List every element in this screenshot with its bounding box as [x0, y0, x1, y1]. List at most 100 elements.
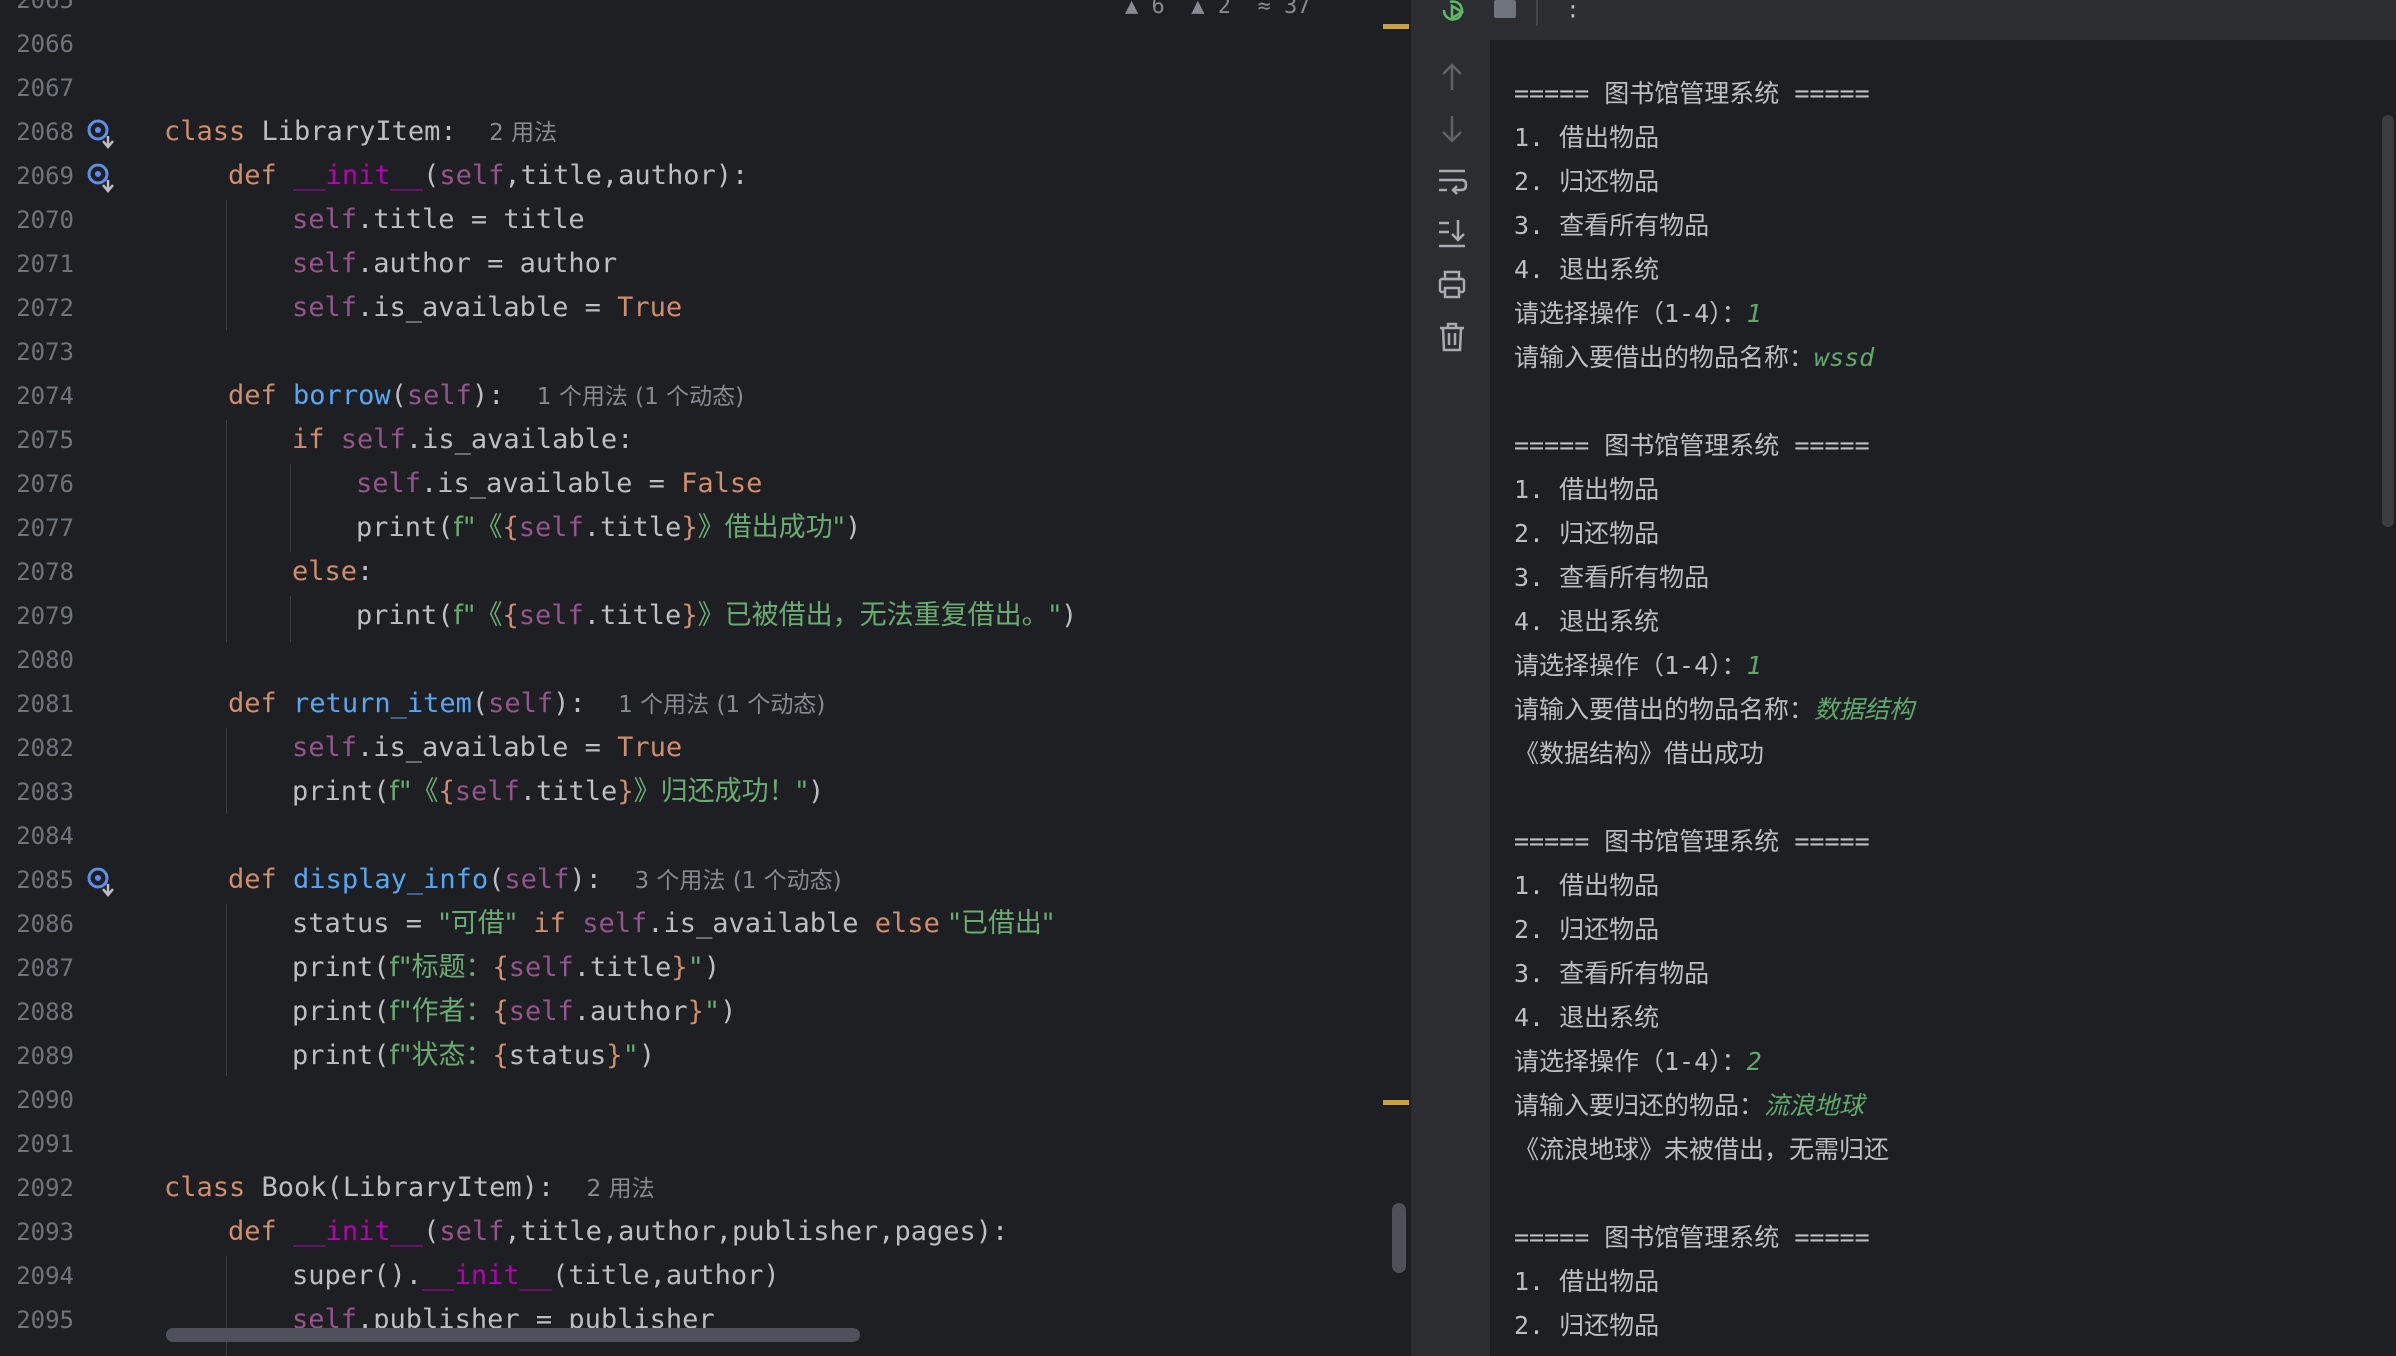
code-line: super().__init__(title,author) — [292, 1260, 780, 1291]
line-number: 2090 — [16, 1086, 74, 1114]
code-line: print(f"《{self.title}》已被借出，无法重复借出。") — [356, 600, 1078, 631]
line-number: 2070 — [16, 206, 74, 234]
down-arrow-icon[interactable] — [1436, 112, 1468, 146]
line-number: 2093 — [16, 1218, 74, 1246]
console-line: 4. 退出系统 — [1514, 255, 1660, 284]
print-icon[interactable] — [1436, 268, 1468, 302]
code-line: print(f"《{self.title}》借出成功") — [356, 512, 862, 543]
code-line: self.is_available = True — [292, 732, 683, 763]
console-line: ===== 图书馆管理系统 ===== — [1514, 827, 1870, 856]
line-number: 2086 — [16, 910, 74, 938]
override-icon[interactable] — [86, 162, 118, 194]
console-line: 3. 查看所有物品 — [1514, 959, 1710, 988]
editor-horizontal-scrollbar[interactable] — [166, 1328, 860, 1342]
line-number: 2069 — [16, 162, 74, 190]
usage-hint[interactable]: 2 用法 — [489, 120, 557, 146]
usage-hint[interactable]: 1 个用法 (1 个动态) — [618, 692, 825, 718]
console-output[interactable]: ===== 图书馆管理系统 ===== 1. 借出物品 2. 归还物品 3. 查… — [1514, 0, 2396, 1356]
line-number: 2079 — [16, 602, 74, 630]
code-line: else: — [292, 556, 374, 587]
error-stripe-marker[interactable] — [1383, 1100, 1409, 1105]
code-line: def __init__(self,title,author): — [228, 160, 749, 191]
console-line: 1. 借出物品 — [1514, 1267, 1660, 1296]
override-icon[interactable] — [86, 866, 118, 898]
line-number: 2065 — [16, 0, 74, 14]
line-number: 2067 — [16, 74, 74, 102]
line-number-gutter: 2065 2066 2067 2068 2069 2070 2071 2072 … — [0, 0, 158, 1356]
console-line: 2. 归还物品 — [1514, 1311, 1660, 1340]
line-number: 2083 — [16, 778, 74, 806]
code-line: self.author = author — [292, 248, 618, 279]
line-number: 2091 — [16, 1130, 74, 1158]
code-line: def borrow(self): 1 个用法 (1 个动态) — [228, 380, 745, 411]
usage-hint[interactable]: 2 用法 — [587, 1176, 655, 1202]
line-number: 2066 — [16, 30, 74, 58]
console-line: 2. 归还物品 — [1514, 167, 1660, 196]
line-number: 2072 — [16, 294, 74, 322]
stop-icon[interactable] — [1494, 0, 1516, 18]
rerun-icon[interactable] — [1438, 0, 1470, 28]
code-line: status = "可借" if self.is_available else … — [292, 908, 1055, 939]
console-line: 2. 归还物品 — [1514, 915, 1660, 944]
console-line: 4. 退出系统 — [1514, 1003, 1660, 1032]
line-number: 2085 — [16, 866, 74, 894]
code-line: def __init__(self,title,author,publisher… — [228, 1216, 1009, 1247]
line-number: 2089 — [16, 1042, 74, 1070]
line-number: 2080 — [16, 646, 74, 674]
code-editor[interactable]: ▲ 6 ▲ 2 ≈ 37 2065 2066 2067 2068 2069 20… — [0, 0, 1411, 1356]
usage-hint[interactable]: 3 个用法 (1 个动态) — [634, 868, 841, 894]
line-number: 2095 — [16, 1306, 74, 1334]
console-line: 《流浪地球》未被借出，无需归还 — [1514, 1135, 1890, 1164]
code-line: class LibraryItem: 2 用法 — [164, 116, 558, 147]
line-number: 2074 — [16, 382, 74, 410]
editor-vertical-scrollbar[interactable] — [1392, 1203, 1406, 1273]
code-line: print(f"状态：{status}") — [292, 1040, 656, 1071]
console-line: ===== 图书馆管理系统 ===== — [1514, 79, 1870, 108]
code-line: self.title = title — [292, 204, 585, 235]
console-scrollbar[interactable] — [2382, 115, 2394, 527]
soft-wrap-icon[interactable] — [1436, 164, 1468, 198]
code-line: print(f"标题：{self.title}") — [292, 952, 721, 983]
usage-hint[interactable]: 1 个用法 (1 个动态) — [537, 384, 744, 410]
scroll-to-end-icon[interactable] — [1436, 216, 1468, 250]
line-number: 2081 — [16, 690, 74, 718]
line-number: 2068 — [16, 118, 74, 146]
code-area[interactable]: class LibraryItem: 2 用法 def __init__(sel… — [164, 0, 1411, 1356]
override-icon[interactable] — [86, 118, 118, 150]
line-number: 2092 — [16, 1174, 74, 1202]
up-arrow-icon[interactable] — [1436, 60, 1468, 94]
line-number: 2071 — [16, 250, 74, 278]
line-number: 2077 — [16, 514, 74, 542]
console-line: 请选择操作（1-4）：1 — [1514, 651, 1762, 680]
trash-icon[interactable] — [1436, 320, 1468, 354]
console-line: 请选择操作（1-4）：1 — [1514, 299, 1762, 328]
console-line: ===== 图书馆管理系统 ===== — [1514, 431, 1870, 460]
line-number: 2088 — [16, 998, 74, 1026]
console-line: 3. 查看所有物品 — [1514, 211, 1710, 240]
run-tool-window: ⋮ ===== 图书馆管理系统 ===== 1. 借出物品 2. 归还物品 3.… — [1414, 0, 2396, 1356]
line-number: 2073 — [16, 338, 74, 366]
line-number: 2084 — [16, 822, 74, 850]
line-number: 2076 — [16, 470, 74, 498]
line-number: 2082 — [16, 734, 74, 762]
code-line: print(f"《{self.title}》归还成功！") — [292, 776, 825, 807]
code-line: if self.is_available: — [292, 424, 634, 455]
code-line: print(f"作者：{self.author}") — [292, 996, 737, 1027]
code-line: def return_item(self): 1 个用法 (1 个动态) — [228, 688, 826, 719]
console-side-toolbar — [1414, 40, 1490, 1356]
console-line: 3. 查看所有物品 — [1514, 563, 1710, 592]
code-line: self.is_available = False — [356, 468, 763, 499]
console-line: ===== 图书馆管理系统 ===== — [1514, 1223, 1870, 1252]
error-stripe-marker[interactable] — [1383, 24, 1409, 29]
console-line: 1. 借出物品 — [1514, 475, 1660, 504]
console-line: 请输入要借出的物品名称：wssd — [1514, 343, 1875, 372]
console-line: 请输入要借出的物品名称：数据结构 — [1514, 695, 1915, 724]
line-number: 2075 — [16, 426, 74, 454]
console-line: 1. 借出物品 — [1514, 123, 1660, 152]
console-line: 4. 退出系统 — [1514, 607, 1660, 636]
console-line: 请输入要归还的物品：流浪地球 — [1514, 1091, 1865, 1120]
console-line: 1. 借出物品 — [1514, 871, 1660, 900]
code-line: def display_info(self): 3 个用法 (1 个动态) — [228, 864, 842, 895]
code-line: self.is_available = True — [292, 292, 683, 323]
line-number: 2094 — [16, 1262, 74, 1290]
